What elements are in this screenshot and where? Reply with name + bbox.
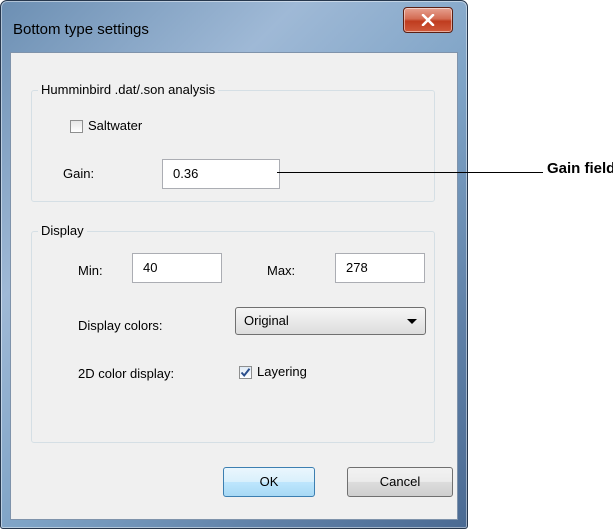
max-label: Max:: [267, 263, 296, 278]
analysis-group-legend: Humminbird .dat/.son analysis: [38, 82, 219, 97]
display-group-legend: Display: [38, 223, 87, 238]
saltwater-label: Saltwater: [88, 118, 143, 133]
window-title: Bottom type settings: [13, 21, 149, 38]
gain-field[interactable]: 0.36: [162, 159, 280, 189]
min-label: Min:: [78, 263, 103, 278]
min-field[interactable]: 40: [132, 253, 222, 283]
check-icon: [240, 368, 251, 378]
callout-label: Gain field: [547, 160, 613, 177]
gain-label: Gain:: [63, 166, 95, 181]
cancel-button[interactable]: Cancel: [347, 467, 453, 497]
color-2d-label: 2D color display:: [78, 366, 175, 381]
saltwater-checkbox[interactable]: [70, 120, 83, 133]
dialog-window: Bottom type settings Humminbird .dat/.so…: [0, 0, 468, 529]
callout-line: [277, 172, 543, 173]
layering-label: Layering: [257, 364, 307, 379]
dialog-body: Humminbird .dat/.son analysis Saltwater …: [10, 52, 458, 520]
display-colors-dropdown[interactable]: Original: [235, 307, 426, 335]
close-button[interactable]: [403, 7, 453, 33]
layering-checkbox[interactable]: [239, 366, 252, 379]
ok-button[interactable]: OK: [223, 467, 315, 497]
chevron-down-icon: [407, 319, 417, 324]
display-colors-value: Original: [244, 313, 289, 328]
close-icon: [421, 14, 435, 26]
display-colors-label: Display colors:: [78, 318, 163, 333]
max-field[interactable]: 278: [335, 253, 425, 283]
